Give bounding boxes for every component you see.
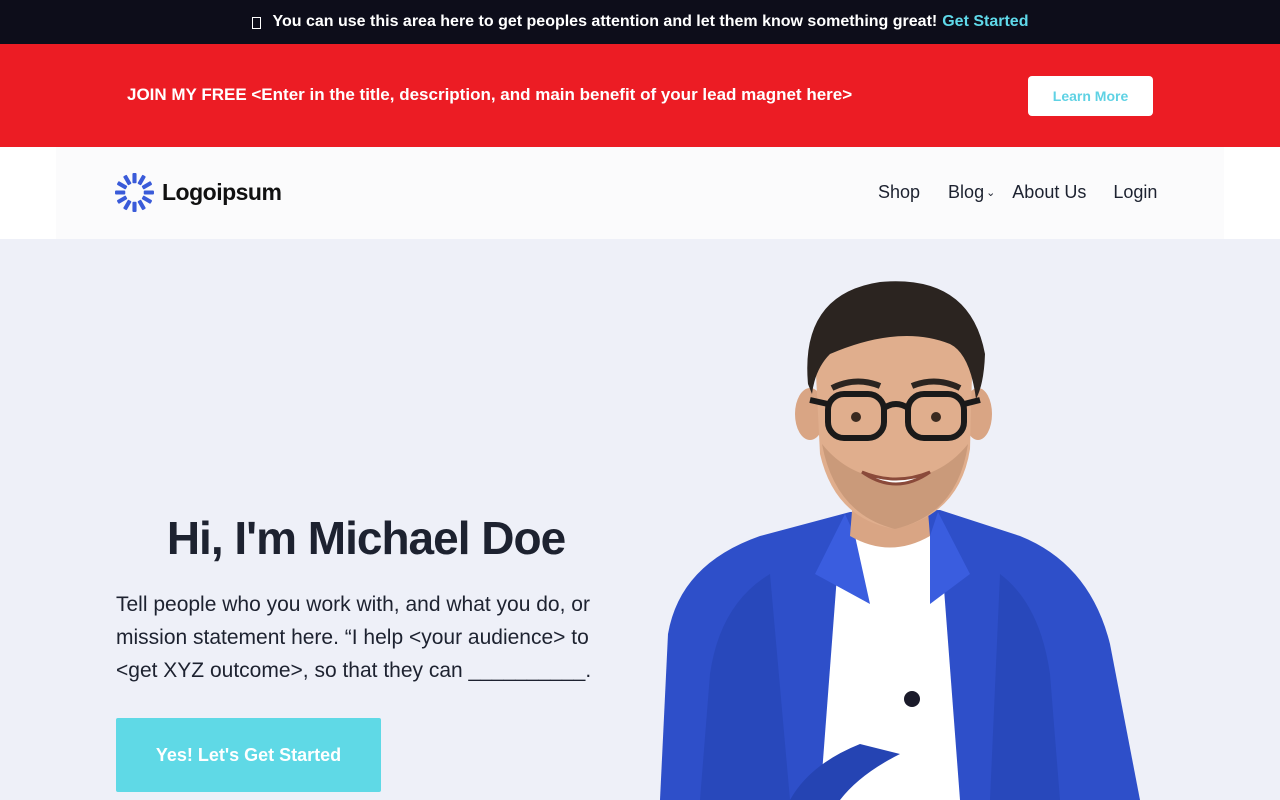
logo-text: Logoipsum — [162, 179, 282, 205]
main-nav: Shop Blog ⌄ About Us Login — [878, 182, 1157, 203]
get-started-button[interactable]: Yes! Let's Get Started — [116, 718, 381, 792]
nav-item-blog[interactable]: Blog ⌄ — [948, 182, 995, 203]
hero-description: Tell people who you work with, and what … — [116, 593, 592, 682]
lead-magnet-bar: JOIN MY FREE <Enter in the title, descri… — [0, 44, 1280, 147]
logo-sunburst-icon — [115, 173, 154, 212]
box-icon — [251, 17, 261, 29]
nav-item-about-us[interactable]: About Us — [1012, 182, 1086, 203]
learn-more-button[interactable]: Learn More — [1028, 76, 1153, 116]
lead-magnet-text: JOIN MY FREE <Enter in the title, descri… — [127, 85, 853, 104]
chevron-down-icon: ⌄ — [986, 187, 996, 199]
nav-item-shop[interactable]: Shop — [878, 182, 920, 203]
hero-section: Hi, I'm Michael Doe Tell people who you … — [0, 239, 1280, 800]
site-header: Logoipsum Shop Blog ⌄ About Us Login — [0, 147, 1280, 239]
nav-item-blog-label: Blog — [948, 182, 985, 202]
person-photo — [660, 281, 1140, 800]
hero-title: Hi, I'm Michael Doe — [166, 512, 566, 564]
logo[interactable]: Logoipsum — [114, 172, 282, 213]
announcement-text: You can use this area here to get people… — [272, 13, 938, 30]
nav-item-login[interactable]: Login — [1113, 182, 1157, 203]
get-started-link[interactable]: Get Started — [942, 13, 1028, 31]
announcement-bar: You can use this area here to get people… — [0, 0, 1280, 44]
